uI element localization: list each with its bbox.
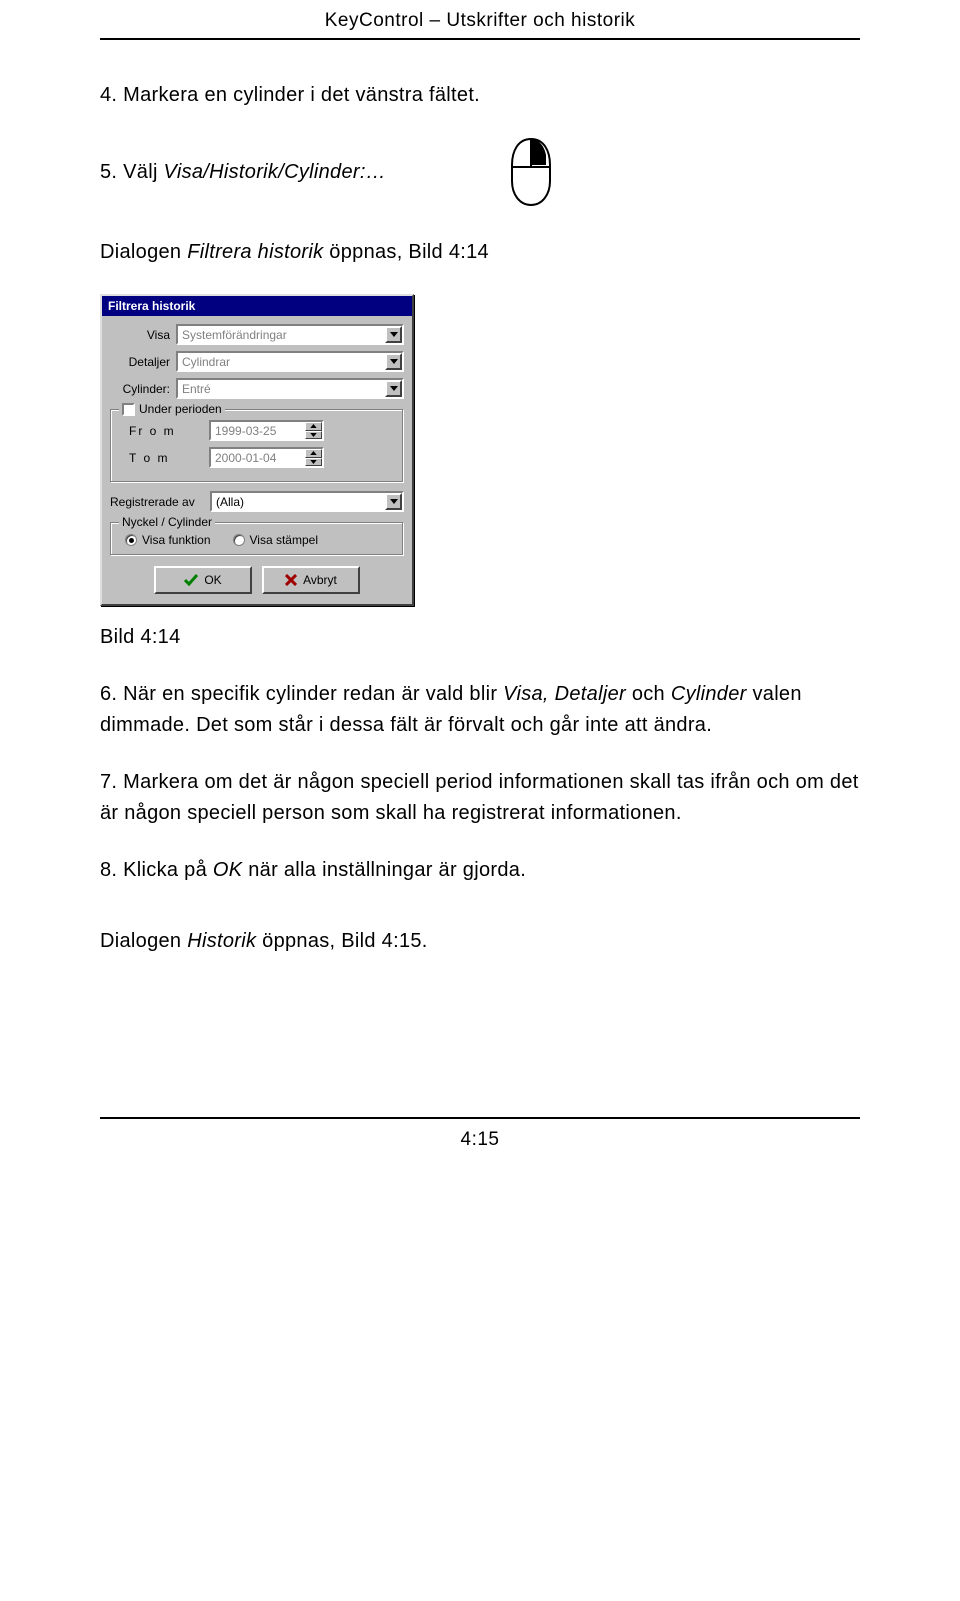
registrerade-label: Registrerade av <box>110 495 210 509</box>
check-icon <box>184 574 198 586</box>
text: Dialogen <box>100 930 187 952</box>
radio-label: Visa funktion <box>142 533 211 547</box>
close-icon <box>285 574 297 586</box>
period-legend[interactable]: Under perioden <box>119 402 225 416</box>
chevron-down-icon[interactable] <box>305 431 322 440</box>
chevron-down-icon[interactable] <box>385 326 402 343</box>
from-value: 1999-03-25 <box>215 424 305 438</box>
cylinder-value: Entré <box>178 382 385 396</box>
text: och <box>632 683 671 705</box>
chevron-down-icon[interactable] <box>385 353 402 370</box>
period-groupbox: Under perioden Fr o m 1999-03-25 T o m <box>110 409 404 483</box>
menu-path-italic: Visa/Historik/Cylinder:… <box>164 161 386 183</box>
detaljer-value: Cylindrar <box>178 355 385 369</box>
radio-icon <box>233 534 245 546</box>
dialog-titlebar[interactable]: Filtrera historik <box>102 296 412 316</box>
step-6: 6. När en specifik cylinder redan är val… <box>100 679 860 741</box>
to-date-field[interactable]: 2000-01-04 <box>209 447 324 468</box>
text: öppnas, Bild 4:14 <box>329 241 489 263</box>
footer-rule <box>100 1117 860 1119</box>
chevron-down-icon[interactable] <box>385 380 402 397</box>
italic: Historik <box>187 930 256 952</box>
radio-label: Visa stämpel <box>250 533 318 547</box>
step-5: 5. Välj Visa/Historik/Cylinder:… <box>100 157 386 188</box>
figure-caption: Bild 4:14 <box>100 622 860 653</box>
chevron-up-icon[interactable] <box>305 449 322 458</box>
radio-visa-funktion[interactable]: Visa funktion <box>125 533 211 547</box>
cylinder-combo[interactable]: Entré <box>176 378 404 399</box>
page-header: KeyControl – Utskrifter och historik <box>100 10 860 32</box>
step-7: 7. Markera om det är någon speciell peri… <box>100 767 860 829</box>
text: när alla inställningar är gjorda. <box>248 859 526 881</box>
cancel-button[interactable]: Avbryt <box>262 566 360 594</box>
nyckel-legend: Nyckel / Cylinder <box>119 515 215 529</box>
italic: OK <box>213 859 243 881</box>
italic: Visa, <box>503 683 549 705</box>
dialog-name-italic: Filtrera historik <box>187 241 323 263</box>
to-label: T o m <box>129 451 209 465</box>
italic: Detaljer <box>555 683 626 705</box>
filter-historik-dialog: Filtrera historik Visa Systemförändringa… <box>100 294 414 606</box>
chevron-down-icon[interactable] <box>305 458 322 467</box>
detaljer-label: Detaljer <box>110 355 176 369</box>
text: Dialogen <box>100 241 187 263</box>
registrerade-value: (Alla) <box>212 495 385 509</box>
registrerade-combo[interactable]: (Alla) <box>210 491 404 512</box>
chevron-down-icon[interactable] <box>385 493 402 510</box>
text: 8. Klicka på <box>100 859 213 881</box>
to-value: 2000-01-04 <box>215 451 305 465</box>
text: 6. När en specifik cylinder redan är val… <box>100 683 503 705</box>
nyckel-title-text: Nyckel / Cylinder <box>122 515 212 529</box>
visa-combo[interactable]: Systemförändringar <box>176 324 404 345</box>
chevron-up-icon[interactable] <box>305 422 322 431</box>
ok-button[interactable]: OK <box>154 566 252 594</box>
from-label: Fr o m <box>129 424 209 438</box>
step-8: 8. Klicka på OK när alla inställningar ä… <box>100 855 860 886</box>
radio-icon <box>125 534 137 546</box>
mouse-icon <box>506 137 556 207</box>
ok-label: OK <box>204 573 221 587</box>
text: 5. Välj <box>100 161 164 183</box>
period-title-text: Under perioden <box>139 402 222 416</box>
radio-visa-stampel[interactable]: Visa stämpel <box>233 533 318 547</box>
cancel-label: Avbryt <box>303 573 337 587</box>
page-number: 4:15 <box>100 1129 860 1151</box>
nyckel-groupbox: Nyckel / Cylinder Visa funktion Visa stä… <box>110 522 404 556</box>
step-5b: Dialogen Filtrera historik öppnas, Bild … <box>100 237 860 268</box>
from-date-field[interactable]: 1999-03-25 <box>209 420 324 441</box>
step-4: 4. Markera en cylinder i det vänstra fäl… <box>100 80 860 111</box>
italic: Cylinder <box>671 683 747 705</box>
text: öppnas, Bild 4:15. <box>262 930 428 952</box>
period-checkbox[interactable] <box>122 403 135 416</box>
detaljer-combo[interactable]: Cylindrar <box>176 351 404 372</box>
header-rule <box>100 38 860 40</box>
visa-label: Visa <box>110 328 176 342</box>
closing-text: Dialogen Historik öppnas, Bild 4:15. <box>100 926 860 957</box>
visa-value: Systemförändringar <box>178 328 385 342</box>
cylinder-label: Cylinder: <box>110 382 176 396</box>
